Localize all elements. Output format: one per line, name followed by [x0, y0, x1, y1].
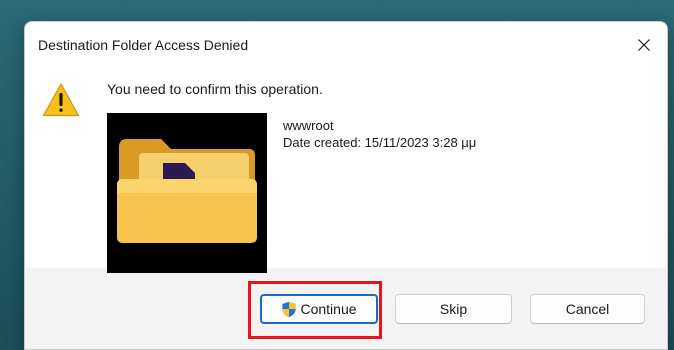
dialog-title: Destination Folder Access Denied	[38, 37, 249, 53]
skip-button[interactable]: Skip	[395, 294, 512, 324]
folder-icon	[117, 139, 257, 243]
skip-label: Skip	[439, 301, 468, 317]
dialog-content: You need to confirm this operation. wwwr…	[25, 68, 667, 273]
close-button[interactable]	[621, 22, 667, 68]
warning-icon	[42, 83, 80, 117]
dialog-titlebar: Destination Folder Access Denied	[25, 22, 667, 68]
close-icon	[638, 39, 650, 51]
folder-thumbnail	[107, 113, 267, 273]
file-date-created: Date created: 15/11/2023 3:28 μμ	[283, 135, 477, 150]
continue-highlight-box	[248, 281, 382, 339]
cancel-button[interactable]: Cancel	[530, 294, 645, 324]
confirm-message: You need to confirm this operation.	[107, 81, 323, 97]
file-name: wwwroot	[283, 118, 334, 133]
cancel-label: Cancel	[565, 301, 610, 317]
access-denied-dialog: Destination Folder Access Denied You nee…	[24, 21, 668, 350]
